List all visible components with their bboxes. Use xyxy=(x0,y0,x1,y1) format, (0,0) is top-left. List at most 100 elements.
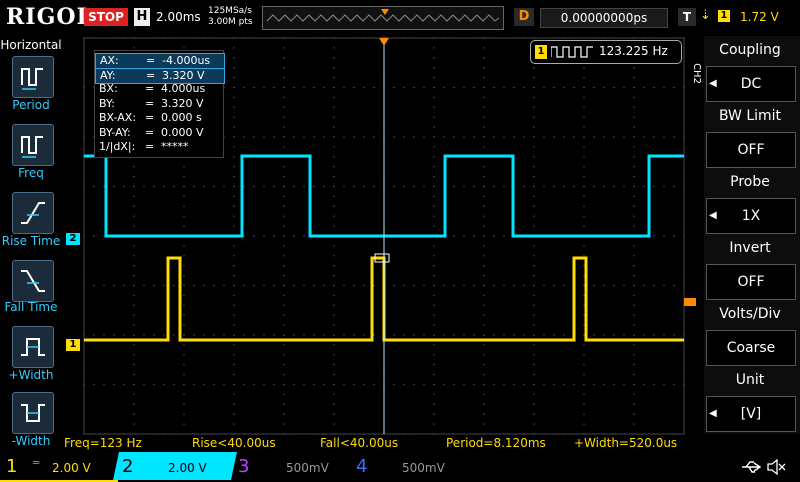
ch1-coupling-icon: ≕ xyxy=(32,458,40,467)
ch3-scale: 500mV xyxy=(286,461,329,475)
cursor-name: AX: xyxy=(100,54,119,67)
cursor-name: BY: xyxy=(99,96,115,110)
sample-info: 125MSa/s 3.00M pts xyxy=(208,6,253,28)
cursor-value: 3.320 V xyxy=(162,68,205,82)
run-stop-indicator[interactable]: STOP xyxy=(84,8,128,26)
square-wave-icon xyxy=(551,46,593,58)
cursor-name: 1/|dX|: xyxy=(99,140,136,153)
cursor-value: ***** xyxy=(161,140,189,153)
bw-limit-value[interactable]: OFF xyxy=(706,132,796,168)
cursor-row-4: BX-AX: = 0.000 s xyxy=(95,111,223,125)
cursor-row-3: BY: = 3.320 V xyxy=(95,97,223,111)
measurement-bar: Freq=123 Hz Rise<40.00us Fall<40.00us Pe… xyxy=(62,436,698,450)
ch4-number[interactable]: 4 xyxy=(356,456,367,477)
measure-freq[interactable]: Freq=123 Hz xyxy=(64,436,142,450)
trigger-position-icon xyxy=(381,9,389,15)
positive-width-button[interactable] xyxy=(12,326,54,368)
cursor-value: 0.000 s xyxy=(161,111,202,124)
volts-div-value[interactable]: Coarse xyxy=(706,330,796,366)
positive-width-label: +Width xyxy=(8,368,54,382)
freq-channel-badge: 1 xyxy=(535,45,547,59)
cursor-row-2: BX: = 4.000us xyxy=(95,82,223,96)
horizontal-label: H xyxy=(134,8,150,26)
ch2-offset-marker[interactable]: 2 xyxy=(66,233,80,245)
negative-width-icon xyxy=(21,404,45,422)
freq-icon xyxy=(21,136,43,158)
cursor-name: BY-AY: xyxy=(99,125,131,139)
cursor-equals: = xyxy=(145,111,155,124)
delay-label: D xyxy=(514,8,534,26)
probe-value[interactable]: 1X xyxy=(706,198,796,234)
period-label: Period xyxy=(12,98,50,112)
memory-depth: 3.00M pts xyxy=(208,17,253,27)
coupling-title: Coupling xyxy=(719,42,781,58)
trigger-time-marker[interactable] xyxy=(379,38,389,46)
trigger-level-marker[interactable] xyxy=(684,298,696,306)
speaker-muted-icon[interactable] xyxy=(766,459,786,475)
cursor-equals: = xyxy=(145,82,155,95)
measure-fall[interactable]: Fall<40.00us xyxy=(320,436,398,450)
period-button[interactable] xyxy=(12,56,54,98)
left-menu-title: Horizontal xyxy=(0,38,62,52)
probe-title: Probe xyxy=(730,174,770,190)
positive-width-icon xyxy=(21,338,45,356)
coupling-arrow-icon: ◀ xyxy=(709,78,717,89)
freq-label: Freq xyxy=(18,166,44,180)
trigger-edge-icon: ⇣ xyxy=(700,8,711,23)
negative-width-button[interactable] xyxy=(12,392,54,434)
trigger-label: T xyxy=(678,8,696,26)
cursor-equals: = xyxy=(145,140,155,153)
cursor-value: -4.000us xyxy=(162,54,211,67)
cursor-value: 4.000us xyxy=(161,82,206,95)
ch1-offset-marker[interactable]: 1 xyxy=(66,339,80,351)
ch1-number: 1 xyxy=(6,456,18,477)
cursor-value: 3.320 V xyxy=(161,96,204,110)
coupling-value[interactable]: DC xyxy=(706,66,796,102)
freq-button[interactable] xyxy=(12,124,54,166)
cursor-equals: = xyxy=(145,96,155,110)
cursor-name: BX-AX: xyxy=(99,111,137,124)
cursor-equals: = xyxy=(145,125,155,139)
brand-logo: RIGOL xyxy=(6,4,93,30)
rise-time-button[interactable] xyxy=(12,192,54,234)
ch3-number[interactable]: 3 xyxy=(238,456,249,477)
frequency-counter[interactable]: 1 123.225 Hz xyxy=(530,40,682,64)
cursor-equals: = xyxy=(146,68,156,82)
usb-icon xyxy=(742,461,762,473)
cursor-value: 0.000 V xyxy=(161,125,204,139)
fall-time-button[interactable] xyxy=(12,260,54,302)
memory-overview-bar[interactable] xyxy=(262,6,504,30)
channel-tag: CH2 xyxy=(690,63,702,84)
timebase-value[interactable]: 2.00ms xyxy=(156,10,201,24)
ch2-number: 2 xyxy=(122,456,134,477)
measure-positive-width[interactable]: +Width=520.0us xyxy=(574,436,677,450)
cursor-equals: = xyxy=(146,54,156,67)
ch1-scale: 2.00 V xyxy=(52,461,91,475)
period-icon xyxy=(21,68,43,90)
ch1-status[interactable]: 1 ≕ 2.00 V xyxy=(0,452,118,482)
ch2-scale: 2.00 V xyxy=(168,461,207,475)
rise-time-label: Rise Time xyxy=(1,234,61,248)
freq-counter-value: 123.225 Hz xyxy=(599,44,668,58)
trigger-level[interactable]: 1.72 V xyxy=(740,10,779,24)
invert-value[interactable]: OFF xyxy=(706,264,796,300)
bw-limit-title: BW Limit xyxy=(718,108,782,124)
measure-period[interactable]: Period=8.120ms xyxy=(446,436,546,450)
memory-waveform-icon xyxy=(266,9,500,22)
delay-value[interactable]: 0.00000000ps xyxy=(540,8,668,28)
sample-rate: 125MSa/s xyxy=(208,6,252,16)
fall-time-label: Fall Time xyxy=(4,300,58,314)
volts-div-title: Volts/Div xyxy=(719,306,781,322)
negative-width-label: -Width xyxy=(11,434,51,448)
cursor-readout-panel: AX: = -4.000us AY: = 3.320 V BX: = 4.000us BY: = 3.… xyxy=(94,50,225,158)
measure-rise[interactable]: Rise<40.00us xyxy=(192,436,276,450)
unit-arrow-icon: ◀ xyxy=(709,408,717,419)
cursor-name: AY: xyxy=(100,68,116,82)
cursor-row-5: BY-AY: = 0.000 V xyxy=(95,126,223,140)
invert-title: Invert xyxy=(729,240,771,256)
unit-title: Unit xyxy=(735,372,765,388)
probe-arrow-icon: ◀ xyxy=(709,210,717,221)
rise-time-icon xyxy=(21,202,45,224)
unit-value[interactable]: [V] xyxy=(706,396,796,432)
cursor-name: BX: xyxy=(99,82,118,95)
